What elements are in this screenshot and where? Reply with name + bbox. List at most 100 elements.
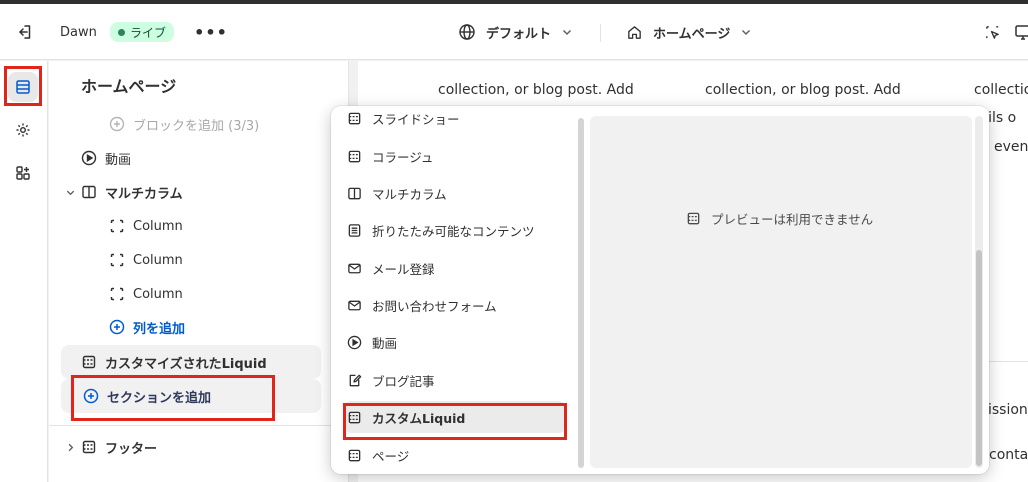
- sidebar-item-column-3[interactable]: Column: [107, 277, 367, 311]
- section-option-email-signup[interactable]: メール登録: [345, 252, 565, 284]
- sidebar-item-label: Column: [133, 252, 183, 268]
- sections-icon: [345, 147, 363, 165]
- section-option-blog-post[interactable]: ブログ記事: [345, 364, 565, 396]
- sidebar-item-label: カスタマイズされたLiquid: [105, 356, 267, 372]
- section-option-label: メール登録: [372, 261, 435, 277]
- section-option-label: 動画: [372, 335, 398, 351]
- section-option-label: お問い合わせフォーム: [372, 298, 497, 314]
- plus-circle-icon: [81, 386, 101, 406]
- dashed-square-icon: [107, 216, 127, 236]
- more-actions-button[interactable]: •••: [194, 4, 227, 60]
- chevron-down-icon: [561, 26, 583, 38]
- add-section-popover: スライドショー コラージュ マルチカラム 折りたたみ可能なコンテンツ メール登録: [331, 106, 989, 474]
- desktop-icon: [1014, 23, 1028, 41]
- sidebar-item-footer[interactable]: フッター: [63, 430, 323, 464]
- sections-icon: [686, 211, 711, 226]
- section-option-custom-liquid[interactable]: カスタムLiquid: [345, 401, 565, 433]
- cursor-select-icon: [984, 24, 1001, 41]
- left-rail: [0, 61, 48, 482]
- status-badge-label: ライブ: [130, 25, 167, 40]
- exit-button[interactable]: [12, 4, 36, 60]
- section-option-label: コラージュ: [372, 149, 434, 165]
- section-option-label: マルチカラム: [372, 186, 447, 202]
- page-select-label: ホームページ: [653, 26, 731, 42]
- section-list[interactable]: スライドショー コラージュ マルチカラム 折りたたみ可能なコンテンツ メール登録: [331, 106, 577, 474]
- sections-icon: [345, 109, 363, 127]
- rail-apps-button[interactable]: [8, 158, 38, 188]
- add-section-button[interactable]: セクションを追加: [61, 379, 321, 413]
- dashed-square-icon: [107, 250, 127, 270]
- section-option-label: ページ: [372, 448, 410, 464]
- store-name: Dawn: [60, 24, 97, 40]
- chevron-down-icon: [63, 182, 77, 202]
- viewport-button[interactable]: [1014, 4, 1028, 60]
- inspector-toggle[interactable]: [982, 4, 1002, 60]
- preview-text: ission: [988, 402, 1028, 418]
- sidebar-item-video[interactable]: 動画: [79, 141, 339, 175]
- add-block-button[interactable]: ブロックを追加 (3/3): [107, 107, 367, 141]
- columns-icon: [79, 182, 99, 202]
- add-column-label: 列を追加: [133, 321, 186, 337]
- plus-circle-icon: [107, 317, 127, 337]
- sections-icon: [345, 408, 363, 426]
- theme-select-label: デフォルト: [486, 26, 552, 42]
- mail-icon: [345, 296, 363, 314]
- section-option-multicolumn[interactable]: マルチカラム: [345, 177, 565, 209]
- add-block-label: ブロックを追加 (3/3): [133, 118, 260, 134]
- preview-text: conta: [989, 447, 1028, 463]
- preview-text: collection, or blog post. Add: [438, 82, 634, 98]
- editor-topbar: Dawn ライブ ••• デフォルト ホームページ: [0, 4, 1028, 60]
- section-option-collage[interactable]: コラージュ: [345, 140, 565, 172]
- sections-sidebar: ホームページ ブロックを追加 (3/3) 動画 マルチカラム Column Co…: [49, 61, 349, 482]
- section-option-label: 折りたたみ可能なコンテンツ: [372, 223, 535, 239]
- add-section-label: セクションを追加: [107, 390, 212, 406]
- add-column-button[interactable]: 列を追加: [107, 310, 367, 344]
- sidebar-item-label: フッター: [105, 441, 158, 457]
- play-circle-icon: [79, 148, 99, 168]
- section-option-contact-form[interactable]: お問い合わせフォーム: [345, 289, 565, 321]
- sidebar-item-multicolumn[interactable]: マルチカラム: [63, 175, 323, 209]
- sidebar-item-custom-liquid[interactable]: カスタマイズされたLiquid: [61, 345, 321, 379]
- sections-icon: [79, 352, 99, 372]
- gear-icon: [14, 121, 32, 139]
- preview-unavailable-text: プレビューは利用できません: [711, 212, 874, 227]
- status-badge: ライブ: [110, 22, 175, 42]
- sidebar-item-column-2[interactable]: Column: [107, 243, 367, 277]
- sidebar-divider: [49, 425, 349, 426]
- topbar-divider: [600, 24, 601, 42]
- apps-icon: [14, 164, 32, 182]
- rail-settings-button[interactable]: [8, 115, 38, 145]
- theme-select[interactable]: デフォルト: [458, 4, 583, 60]
- globe-icon: [458, 23, 486, 41]
- section-option-video[interactable]: 動画: [345, 326, 565, 358]
- mail-icon: [345, 259, 363, 277]
- rail-sections-button[interactable]: [8, 72, 38, 102]
- home-icon: [626, 24, 653, 41]
- sidebar-title: ホームページ: [81, 77, 177, 96]
- page-select[interactable]: ホームページ: [626, 4, 762, 60]
- preview-unavailable-message: プレビューは利用できません: [686, 209, 873, 228]
- chevron-right-icon: [63, 437, 77, 457]
- columns-icon: [345, 184, 363, 202]
- sections-icon: [79, 437, 99, 457]
- play-circle-icon: [345, 333, 363, 351]
- sidebar-item-label: Column: [133, 218, 183, 234]
- sidebar-item-label: 動画: [105, 152, 132, 168]
- preview-pane-scrollbar[interactable]: [975, 116, 983, 468]
- edit-document-icon: [345, 371, 363, 389]
- section-option-label: スライドショー: [372, 111, 460, 127]
- section-option-slideshow[interactable]: スライドショー: [345, 106, 565, 134]
- list-icon: [345, 221, 363, 239]
- sections-icon: [345, 446, 363, 464]
- live-dot-icon: [118, 28, 125, 36]
- section-option-label: カスタムLiquid: [372, 410, 466, 426]
- sidebar-item-column-1[interactable]: Column: [107, 209, 367, 243]
- preview-pane-scrollbar-thumb[interactable]: [976, 250, 982, 466]
- section-list-scrollbar[interactable]: [578, 118, 584, 468]
- section-option-page[interactable]: ページ: [345, 439, 565, 471]
- section-option-collapsible-content[interactable]: 折りたたみ可能なコンテンツ: [345, 214, 565, 246]
- sidebar-item-label: Column: [133, 286, 183, 302]
- preview-text: collectio: [974, 82, 1028, 98]
- preview-text: collection, or blog post. Add: [705, 82, 901, 98]
- section-option-label: ブログ記事: [372, 373, 435, 389]
